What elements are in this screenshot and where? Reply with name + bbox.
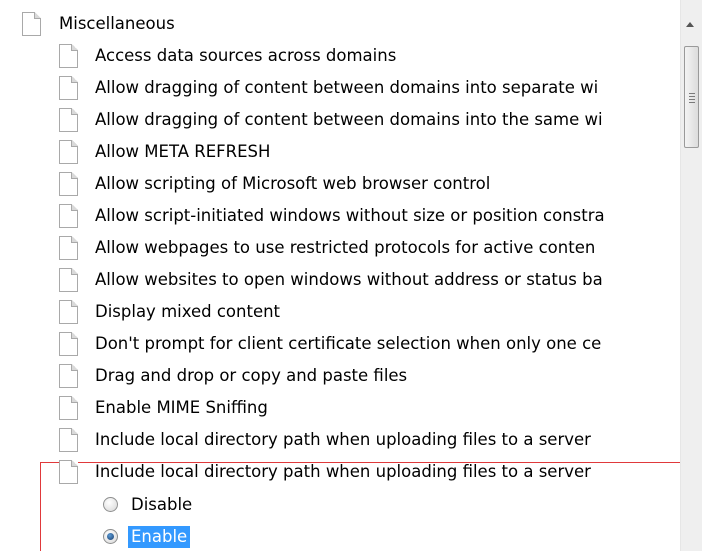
tree-item-label: Allow script-initiated windows without s…	[95, 206, 605, 225]
tree-item-label: Allow META REFRESH	[95, 142, 271, 161]
document-icon	[59, 108, 78, 132]
document-icon	[59, 236, 78, 260]
grip-line	[689, 93, 695, 94]
grip-line	[689, 102, 695, 103]
radio-disable[interactable]	[103, 497, 118, 512]
tree-node-miscellaneous[interactable]: Miscellaneous	[0, 9, 680, 39]
tree-item[interactable]: Enable MIME Sniffing	[0, 393, 680, 423]
tree-item[interactable]: Allow META REFRESH	[0, 137, 680, 167]
tree-item-label: Allow webpages to use restricted protoco…	[95, 238, 596, 257]
scrollbar-thumb[interactable]	[684, 46, 699, 148]
option-disable[interactable]: Disable	[0, 490, 680, 520]
tree-item-label: Access data sources across domains	[95, 46, 397, 65]
document-icon	[59, 268, 78, 292]
tree-item[interactable]: Allow websites to open windows without a…	[0, 265, 680, 295]
scroll-up-arrow-icon[interactable]	[686, 22, 694, 27]
option-enable[interactable]: Enable	[0, 522, 680, 551]
document-icon	[59, 364, 78, 388]
tree-item[interactable]: Allow script-initiated windows without s…	[0, 201, 680, 231]
document-icon	[59, 332, 78, 356]
document-icon	[59, 140, 78, 164]
tree-node-label: Miscellaneous	[59, 14, 175, 33]
tree-item[interactable]: Allow dragging of content between domain…	[0, 105, 680, 135]
document-icon	[59, 460, 78, 484]
radio-enable[interactable]	[103, 529, 118, 544]
grip-line	[689, 96, 695, 97]
tree-item-selected[interactable]: Include local directory path when upload…	[0, 457, 680, 487]
option-label: Enable	[128, 526, 191, 548]
tree-item-label: Display mixed content	[95, 302, 281, 321]
tree-item[interactable]: Don't prompt for client certificate sele…	[0, 329, 680, 359]
tree-item-label: Include local directory path when upload…	[95, 430, 591, 449]
document-icon	[59, 300, 78, 324]
tree-item-label: Allow dragging of content between domain…	[95, 78, 599, 97]
tree-item-label: Allow dragging of content between domain…	[95, 110, 603, 129]
tree-item[interactable]: Include local directory path when upload…	[0, 425, 680, 455]
tree-item-label: Allow websites to open windows without a…	[95, 270, 603, 289]
tree-item[interactable]: Allow dragging of content between domain…	[0, 73, 680, 103]
tree-item[interactable]: Access data sources across domains	[0, 41, 680, 71]
option-label: Disable	[131, 495, 193, 514]
tree-item-label: Drag and drop or copy and paste files	[95, 366, 408, 385]
grip-line	[689, 99, 695, 100]
document-icon	[22, 12, 41, 36]
document-icon	[59, 204, 78, 228]
tree-item[interactable]: Allow webpages to use restricted protoco…	[0, 233, 680, 263]
tree-item-label: Don't prompt for client certificate sele…	[95, 334, 602, 353]
document-icon	[59, 428, 78, 452]
tree-item-label: Enable MIME Sniffing	[95, 398, 268, 417]
tree-item[interactable]: Allow scripting of Microsoft web browser…	[0, 169, 680, 199]
document-icon	[59, 396, 78, 420]
tree-item-label: Allow scripting of Microsoft web browser…	[95, 174, 491, 193]
policy-tree: Miscellaneous Access data sources across…	[0, 0, 680, 551]
vertical-scrollbar[interactable]	[680, 0, 702, 551]
tree-item[interactable]: Drag and drop or copy and paste files	[0, 361, 680, 391]
document-icon	[59, 44, 78, 68]
document-icon	[59, 172, 78, 196]
document-icon	[59, 76, 78, 100]
tree-item-label: Include local directory path when upload…	[95, 462, 591, 481]
tree-item[interactable]: Display mixed content	[0, 297, 680, 327]
